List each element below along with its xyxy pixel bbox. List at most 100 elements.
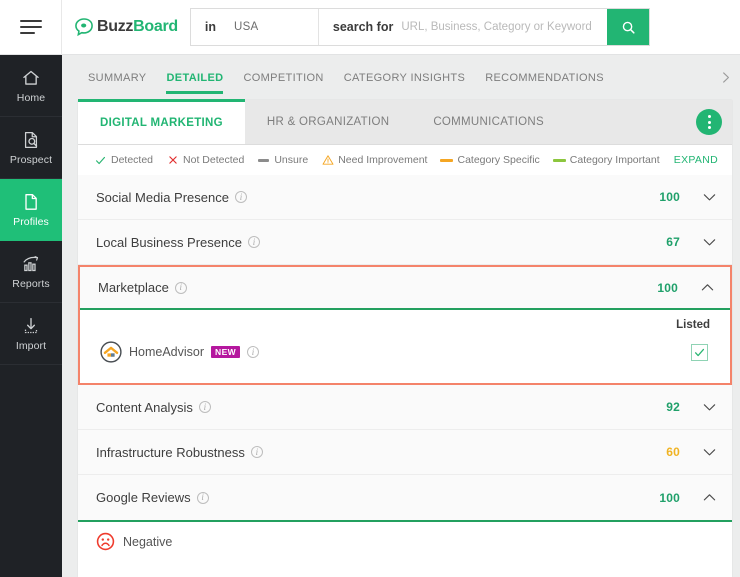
tab-digital-marketing[interactable]: DIGITAL MARKETING: [78, 99, 245, 144]
kebab-dot: [707, 115, 711, 118]
info-icon[interactable]: i: [247, 236, 260, 248]
country-selector[interactable]: in USA: [191, 9, 319, 45]
accordion-row-local-business-presence[interactable]: Local Business Presence i 67: [78, 220, 732, 265]
sidebar-item-profiles[interactable]: Profiles: [0, 179, 62, 241]
legend-label: Category Specific: [457, 154, 540, 166]
listed-checkbox[interactable]: [691, 343, 708, 361]
accordion-score: 60: [666, 445, 680, 459]
subtab-label: DIGITAL MARKETING: [100, 117, 223, 129]
accordion-row-marketplace[interactable]: Marketplace i 100: [80, 267, 730, 310]
sidebar-item-label: Import: [15, 339, 47, 352]
tab-label: SUMMARY: [88, 71, 147, 84]
search-query-area: search for: [319, 9, 607, 45]
sidebar-item-reports[interactable]: Reports: [0, 241, 62, 303]
sidebar-item-label: Home: [16, 91, 46, 104]
cross-red-icon: [166, 154, 179, 167]
accordion-score: 67: [666, 235, 680, 249]
hamburger-line: [19, 26, 42, 28]
tab-label: CATEGORY INSIGHTS: [343, 71, 466, 84]
app-logo[interactable]: BuzzBoard: [74, 17, 178, 37]
tab-recommendations[interactable]: RECOMMENDATIONS: [475, 55, 614, 100]
accordion-label: Infrastructure Robustness: [96, 444, 245, 460]
accordion-label: Marketplace: [98, 280, 169, 295]
logo-text-buzz: Buzz: [97, 18, 134, 35]
sidebar-item-label: Reports: [12, 277, 50, 290]
legend-item-not-detected: Not Detected: [166, 154, 244, 167]
search-input[interactable]: [401, 21, 598, 33]
chevron-down-icon[interactable]: [694, 403, 716, 412]
accordion-score: 100: [657, 280, 678, 295]
subtab-label: HR & ORGANIZATION: [266, 116, 390, 128]
warning-triangle-icon: [321, 154, 334, 167]
tab-scroll-right-button[interactable]: [710, 55, 740, 100]
kebab-dot: [707, 120, 711, 124]
info-icon[interactable]: i: [234, 191, 247, 203]
legend-label: Category Important: [569, 154, 660, 166]
chevron-down-icon[interactable]: [694, 238, 716, 247]
tab-summary[interactable]: SUMMARY: [78, 55, 156, 100]
info-icon[interactable]: i: [198, 401, 211, 413]
accordion-title: Google Reviews i: [96, 490, 209, 505]
legend-item-unsure: Unsure: [257, 154, 308, 167]
accordion-score: 100: [659, 190, 680, 204]
accordion-label: Local Business Presence: [96, 234, 242, 250]
top-bar: BuzzBoard in USA search for: [0, 0, 740, 55]
chevron-down-icon[interactable]: [694, 193, 716, 202]
legend-item-need-improvement: Need Improvement: [321, 154, 427, 167]
tab-category-insights[interactable]: CATEGORY INSIGHTS: [334, 55, 475, 100]
accordion-list[interactable]: Social Media Presence i 100 Local Busine…: [78, 175, 732, 577]
accordion-row-content-analysis[interactable]: Content Analysis i 92: [78, 385, 732, 430]
accordion-row-social-media-presence[interactable]: Social Media Presence i 100: [78, 175, 732, 220]
accordion-group-marketplace-highlighted: Marketplace i 100 Listed HomeAdvisor NEW…: [78, 265, 732, 385]
legend-item-detected: Detected: [94, 154, 153, 167]
accordion-title: Marketplace i: [98, 280, 187, 295]
legend-label: Not Detected: [183, 154, 245, 166]
chevron-up-icon[interactable]: [694, 493, 716, 502]
chevron-down-icon[interactable]: [694, 448, 716, 457]
accordion-score: 92: [666, 400, 680, 414]
home-icon: [23, 70, 39, 85]
sidebar-item-prospect[interactable]: Prospect: [0, 117, 62, 179]
subtab-label: COMMUNICATIONS: [433, 116, 545, 128]
tab-label: DETAILED: [166, 71, 224, 84]
check-icon: [694, 348, 705, 356]
logo-text-board: Board: [133, 18, 178, 35]
sidebar-item-import[interactable]: Import: [0, 303, 62, 365]
info-icon[interactable]: i: [174, 281, 187, 294]
check-green-icon: [94, 154, 107, 167]
body-area: Home Prospect Profiles Reports Import SU…: [0, 55, 740, 577]
detail-panel: DIGITAL MARKETING HR & ORGANIZATION COMM…: [78, 99, 732, 577]
tab-competition[interactable]: COMPETITION: [233, 55, 333, 100]
hamburger-menu-icon[interactable]: [0, 0, 62, 55]
info-icon[interactable]: i: [196, 491, 209, 504]
sidebar: Home Prospect Profiles Reports Import: [0, 55, 62, 577]
profiles-icon: [25, 193, 37, 210]
app-root: BuzzBoard in USA search for URL, Busines…: [0, 0, 740, 577]
bar-orange-icon: [440, 154, 454, 167]
country-value: USA: [233, 21, 259, 33]
table-row: HomeAdvisor NEW i: [98, 331, 714, 383]
search-bar: in USA search for: [189, 8, 651, 46]
info-icon[interactable]: i: [250, 446, 263, 458]
secondary-tab-bar: DIGITAL MARKETING HR & ORGANIZATION COMM…: [78, 99, 732, 145]
kebab-menu-icon[interactable]: [696, 109, 722, 135]
info-icon[interactable]: i: [247, 346, 260, 358]
sentiment-row-negative: Negative: [96, 532, 714, 551]
legend-item-category-important: Category Important: [552, 154, 660, 167]
app-logo-text: BuzzBoard: [97, 18, 178, 36]
prospect-icon: [24, 131, 38, 148]
chevron-up-icon[interactable]: [692, 283, 714, 292]
accordion-row-google-reviews[interactable]: Google Reviews i 100: [78, 475, 732, 520]
tab-detailed[interactable]: DETAILED: [156, 55, 233, 100]
tab-communications[interactable]: COMMUNICATIONS: [411, 100, 566, 144]
sentiment-label: Negative: [123, 534, 173, 549]
expand-all-link[interactable]: EXPAND: [674, 154, 718, 166]
accordion-row-infrastructure-robustness[interactable]: Infrastructure Robustness i 60: [78, 430, 732, 475]
tab-hr-organization[interactable]: HR & ORGANIZATION: [245, 100, 411, 144]
sidebar-item-home[interactable]: Home: [0, 55, 62, 117]
main-content: SUMMARY DETAILED COMPETITION CATEGORY IN…: [62, 55, 740, 577]
search-button[interactable]: [607, 9, 650, 45]
primary-tab-bar: SUMMARY DETAILED COMPETITION CATEGORY IN…: [62, 55, 740, 100]
accordion-label: Content Analysis: [96, 399, 193, 415]
accordion-label: Social Media Presence: [96, 189, 229, 205]
